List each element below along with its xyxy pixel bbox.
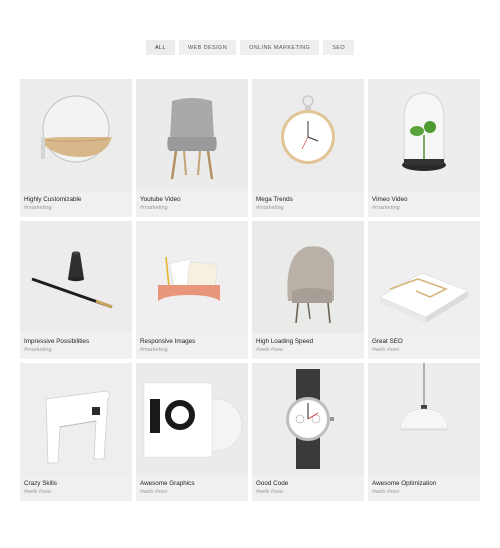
filter-online-marketing-button[interactable]: ONLINE MARKETING bbox=[240, 40, 320, 55]
item-tags: #web #seo bbox=[256, 347, 284, 353]
portfolio-item[interactable]: Good Code #web #seo bbox=[252, 363, 364, 501]
item-title[interactable]: Great SEO bbox=[372, 338, 403, 346]
pendant-lamp-image bbox=[368, 363, 480, 475]
portfolio-item[interactable]: Highly Customizable #marketing bbox=[20, 79, 132, 217]
portfolio-item[interactable]: High Loading Speed #web #seo bbox=[252, 221, 364, 359]
portfolio-filter-bar: ALL WEB DESIGN ONLINE MARKETING SEO bbox=[0, 40, 500, 55]
item-tags: #marketing bbox=[372, 205, 400, 211]
item-tags: #marketing bbox=[140, 347, 168, 353]
item-tags: #web #seo bbox=[372, 347, 400, 353]
portfolio-item[interactable]: Mega Trends #marketing bbox=[252, 79, 364, 217]
glass-terrarium-image bbox=[368, 79, 480, 191]
item-tags: #marketing bbox=[24, 347, 52, 353]
filter-all-button[interactable]: ALL bbox=[145, 40, 175, 55]
portfolio-item[interactable]: Impressive Possibilities #marketing bbox=[20, 221, 132, 359]
item-title[interactable]: Awesome Optimization bbox=[372, 480, 436, 488]
portfolio-item[interactable]: Youtube Video #marketing bbox=[136, 79, 248, 217]
portfolio-item[interactable]: Crazy Skills #web #seo bbox=[20, 363, 132, 501]
item-tags: #web #seo bbox=[140, 489, 168, 495]
item-title[interactable]: Crazy Skills bbox=[24, 480, 57, 488]
fountain-pen-image bbox=[20, 221, 132, 333]
item-title[interactable]: Youtube Video bbox=[140, 196, 181, 204]
item-title[interactable]: High Loading Speed bbox=[256, 338, 313, 346]
filter-seo-button[interactable]: SEO bbox=[323, 40, 355, 55]
item-title[interactable]: Good Code bbox=[256, 480, 288, 488]
portfolio-item[interactable]: Great SEO #web #seo bbox=[368, 221, 480, 359]
item-tags: #marketing bbox=[140, 205, 168, 211]
portfolio-item[interactable]: Vimeo Video #marketing bbox=[368, 79, 480, 217]
white-stool-image bbox=[20, 363, 132, 475]
lounge-chair-image bbox=[252, 221, 364, 333]
item-title[interactable]: Highly Customizable bbox=[24, 196, 81, 204]
portfolio-item[interactable]: Responsive Images #marketing bbox=[136, 221, 248, 359]
paper-box-image bbox=[368, 221, 480, 333]
item-title[interactable]: Impressive Possibilities bbox=[24, 338, 89, 346]
item-title[interactable]: Awesome Graphics bbox=[140, 480, 194, 488]
pocket-watch-image bbox=[252, 79, 364, 191]
item-title[interactable]: Vimeo Video bbox=[372, 196, 407, 204]
wrist-watch-image bbox=[252, 363, 364, 475]
letter-holder-image bbox=[136, 221, 248, 333]
item-title[interactable]: Responsive Images bbox=[140, 338, 195, 346]
item-tags: #web #seo bbox=[256, 489, 284, 495]
portfolio-item[interactable]: Awesome Optimization #web #seo bbox=[368, 363, 480, 501]
portfolio-item[interactable]: Awesome Graphics #web #seo bbox=[136, 363, 248, 501]
grey-chair-image bbox=[136, 79, 248, 191]
filter-web-design-button[interactable]: WEB DESIGN bbox=[178, 40, 237, 55]
item-tags: #web #seo bbox=[372, 489, 400, 495]
item-tags: #web #seo bbox=[24, 489, 52, 495]
record-cover-image bbox=[136, 363, 248, 475]
item-tags: #marketing bbox=[256, 205, 284, 211]
portfolio-grid: Highly Customizable #marketing Youtube V… bbox=[20, 79, 480, 501]
item-tags: #marketing bbox=[24, 205, 52, 211]
item-title[interactable]: Mega Trends bbox=[256, 196, 293, 204]
round-mirror-shelf-image bbox=[20, 79, 132, 191]
